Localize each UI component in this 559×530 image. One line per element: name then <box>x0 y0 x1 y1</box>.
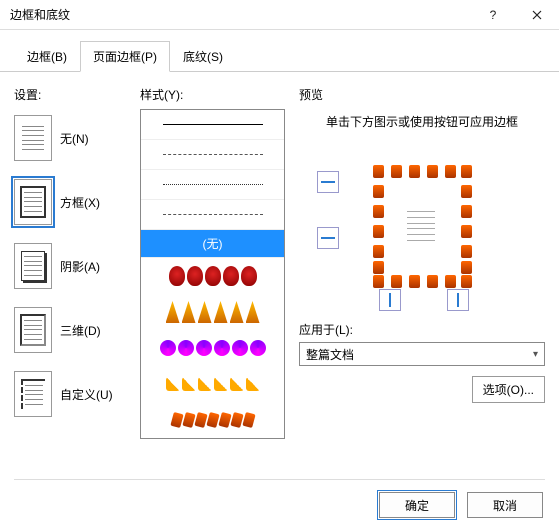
setting-none-icon <box>14 115 52 161</box>
apply-to-label: 应用于(L): <box>299 321 545 338</box>
style-short-dash[interactable] <box>141 200 284 230</box>
apply-to-select[interactable]: 整篇文档 ▾ <box>299 342 545 366</box>
setting-custom[interactable]: 自定义(U) <box>14 371 126 417</box>
setting-3d-label: 三维(D) <box>60 322 101 339</box>
setting-shadow[interactable]: 阴影(A) <box>14 243 126 289</box>
preview-area <box>299 141 545 311</box>
style-label: 样式(Y): <box>140 86 285 103</box>
setting-none-label: 无(N) <box>60 130 89 147</box>
setting-box-label: 方框(X) <box>60 194 100 211</box>
tab-shading[interactable]: 底纹(S) <box>170 41 236 72</box>
art-candy2[interactable] <box>141 402 284 438</box>
setting-custom-icon <box>14 371 52 417</box>
help-button[interactable]: ? <box>471 0 515 30</box>
settings-label: 设置: <box>14 86 126 103</box>
setting-3d-icon <box>14 307 52 353</box>
cancel-button[interactable]: 取消 <box>467 492 543 518</box>
tab-borders[interactable]: 边框(B) <box>14 41 80 72</box>
style-long-dash[interactable] <box>141 140 284 170</box>
setting-none[interactable]: 无(N) <box>14 115 126 161</box>
edge-top-button[interactable] <box>317 171 339 193</box>
setting-shadow-icon <box>14 243 52 289</box>
apply-to-value: 整篇文档 <box>306 346 354 363</box>
setting-custom-label: 自定义(U) <box>60 386 113 403</box>
edge-left-button[interactable] <box>379 289 401 311</box>
art-cones[interactable] <box>141 294 284 330</box>
art-swirls[interactable] <box>141 330 284 366</box>
close-icon <box>532 10 542 20</box>
preview-hint: 单击下方图示或使用按钮可应用边框 <box>299 109 545 141</box>
setting-box[interactable]: 方框(X) <box>14 179 126 225</box>
edge-right-button[interactable] <box>447 289 469 311</box>
setting-shadow-label: 阴影(A) <box>60 258 100 275</box>
art-apples[interactable] <box>141 258 284 294</box>
tab-page-borders[interactable]: 页面边框(P) <box>80 41 170 72</box>
setting-box-icon <box>14 179 52 225</box>
style-solid[interactable] <box>141 110 284 140</box>
style-dot[interactable] <box>141 170 284 200</box>
options-button[interactable]: 选项(O)... <box>472 376 545 403</box>
setting-3d[interactable]: 三维(D) <box>14 307 126 353</box>
art-candy[interactable] <box>141 366 284 402</box>
preview-page[interactable] <box>367 161 477 291</box>
style-listbox[interactable]: (无) <box>140 109 285 439</box>
style-none-selected[interactable]: (无) <box>141 230 284 258</box>
close-button[interactable] <box>515 0 559 30</box>
ok-button[interactable]: 确定 <box>379 492 455 518</box>
chevron-down-icon: ▾ <box>533 349 538 360</box>
dialog-title: 边框和底纹 <box>10 6 471 23</box>
preview-label: 预览 <box>299 86 545 103</box>
edge-bottom-button[interactable] <box>317 227 339 249</box>
